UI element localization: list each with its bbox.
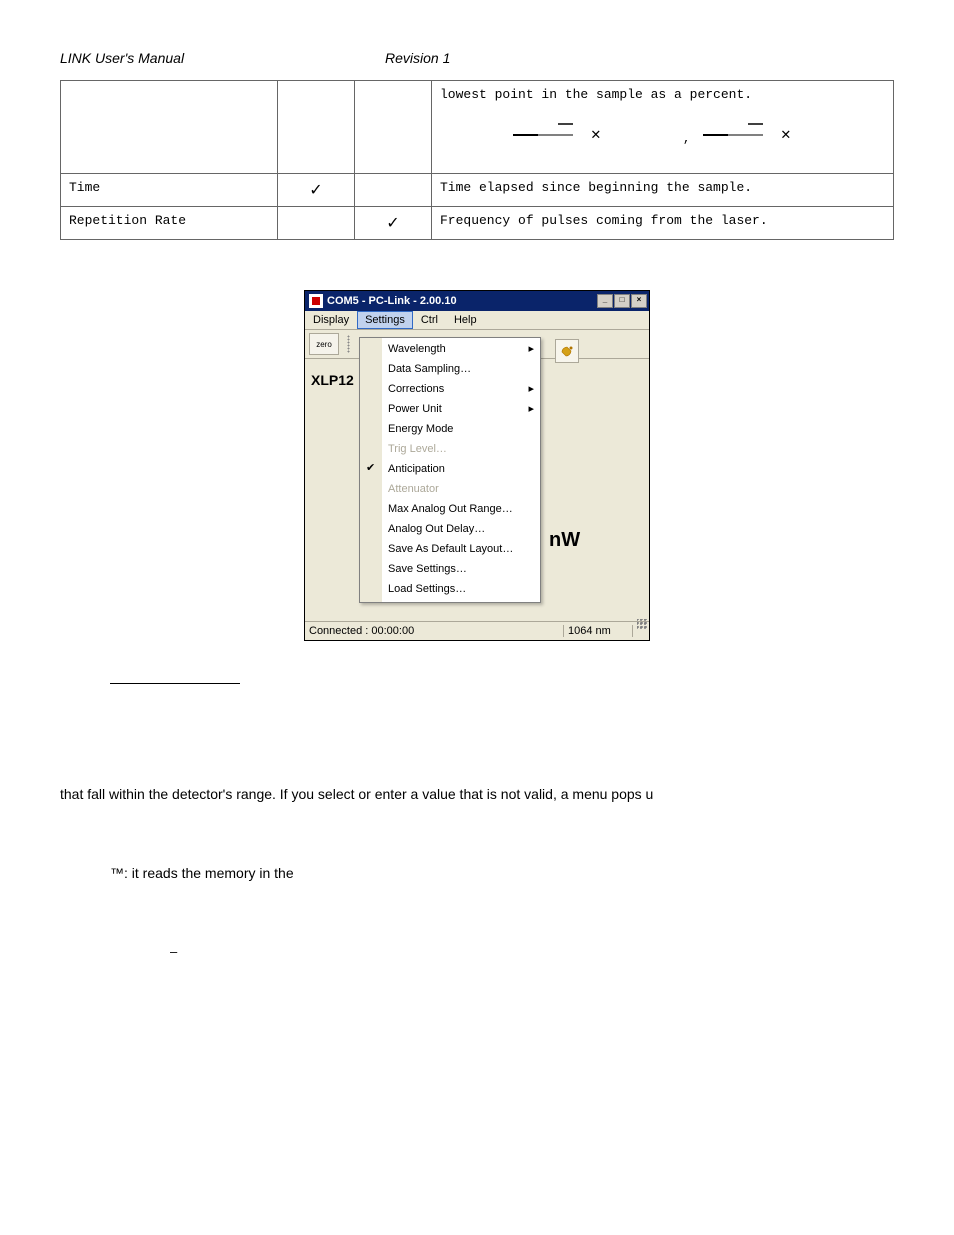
menuitem-corrections[interactable]: Corrections ▸ (360, 380, 540, 400)
client-area: XLP12 nW Wavelength ▸ Data Sampling… (305, 359, 649, 621)
menu-bar: Display Settings Ctrl Help (305, 311, 649, 330)
unit-label: nW (549, 529, 580, 552)
menuitem-label: Load Settings… (388, 583, 466, 595)
menuitem-label: Attenuator (388, 483, 439, 495)
menu-settings[interactable]: Settings (357, 311, 413, 329)
row2-check2: ✓ (386, 215, 399, 232)
menuitem-label: Save As Default Layout… (388, 543, 513, 555)
status-bar: Connected : 00:00:00 1064 nm (305, 621, 649, 640)
status-connection: Connected : 00:00:00 (305, 625, 564, 637)
menuitem-wavelength[interactable]: Wavelength ▸ (360, 340, 540, 360)
page-header: LINK User's Manual Revision 1 (60, 50, 894, 66)
drag-handle-icon[interactable] (347, 335, 350, 353)
menuitem-label: Max Analog Out Range… (388, 503, 513, 515)
menuitem-power-unit[interactable]: Power Unit ▸ (360, 400, 540, 420)
menuitem-analog-delay[interactable]: Analog Out Delay… (360, 520, 540, 540)
svg-text:✕: ✕ (591, 126, 601, 144)
row1-label: Time (61, 174, 278, 207)
table-row: lowest point in the sample as a percent.… (61, 81, 894, 174)
row0-desc: lowest point in the sample as a percent. (440, 87, 885, 102)
check-icon: ✔ (366, 461, 375, 476)
menuitem-anticipation[interactable]: ✔ Anticipation (360, 460, 540, 480)
title-bar[interactable]: COM5 - PC-Link - 2.00.10 _ □ × (305, 291, 649, 311)
menuitem-label: Energy Mode (388, 423, 453, 435)
definitions-table: lowest point in the sample as a percent.… (60, 80, 894, 240)
detector-label: XLP12 (311, 372, 354, 388)
menu-help[interactable]: Help (446, 311, 485, 329)
close-button[interactable]: × (631, 294, 647, 308)
wavelength-tool-icon[interactable] (555, 339, 579, 363)
menuitem-label: Corrections (388, 383, 444, 395)
menuitem-label: Data Sampling… (388, 363, 471, 375)
submenu-arrow-icon: ▸ (528, 342, 534, 357)
app-window: COM5 - PC-Link - 2.00.10 _ □ × Display S… (304, 290, 650, 641)
table-row: Time ✓ Time elapsed since beginning the … (61, 174, 894, 207)
formula-symbol-2: , ✕ (683, 120, 813, 150)
section-heading-rule (110, 681, 240, 684)
submenu-arrow-icon: ▸ (528, 402, 534, 417)
menuitem-trig-level: Trig Level… (360, 440, 540, 460)
menuitem-label: Save Settings… (388, 563, 467, 575)
zero-button[interactable]: zero (309, 333, 339, 355)
menuitem-load-settings[interactable]: Load Settings… (360, 580, 540, 600)
menuitem-label: Trig Level… (388, 443, 447, 455)
menuitem-data-sampling[interactable]: Data Sampling… (360, 360, 540, 380)
maximize-button[interactable]: □ (614, 294, 630, 308)
row2-desc: Frequency of pulses coming from the lase… (432, 207, 894, 240)
body-hyphen: – (170, 942, 894, 962)
menu-ctrl[interactable]: Ctrl (413, 311, 446, 329)
svg-text:✕: ✕ (781, 126, 791, 144)
menuitem-save-settings[interactable]: Save Settings… (360, 560, 540, 580)
menuitem-energy-mode[interactable]: Energy Mode (360, 420, 540, 440)
row1-check1: ✓ (309, 182, 322, 199)
window-title: COM5 - PC-Link - 2.00.10 (327, 295, 597, 307)
menuitem-label: Power Unit (388, 403, 442, 415)
app-icon (309, 294, 323, 308)
formula-symbol-1: ✕ (513, 120, 623, 150)
minimize-button[interactable]: _ (597, 294, 613, 308)
menuitem-label: Anticipation (388, 463, 445, 475)
menuitem-max-analog[interactable]: Max Analog Out Range… (360, 500, 540, 520)
status-wavelength: 1064 nm (564, 625, 633, 637)
submenu-arrow-icon: ▸ (528, 382, 534, 397)
header-left: LINK User's Manual (60, 50, 385, 66)
menuitem-label: Wavelength (388, 343, 446, 355)
row1-desc: Time elapsed since beginning the sample. (432, 174, 894, 207)
body-paragraph-2: ™: it reads the memory in the (110, 863, 844, 884)
menuitem-label: Analog Out Delay… (388, 523, 485, 535)
body-paragraph-1: that fall within the detector's range. I… (60, 784, 894, 805)
menuitem-save-default-layout[interactable]: Save As Default Layout… (360, 540, 540, 560)
row2-label: Repetition Rate (61, 207, 278, 240)
menu-display[interactable]: Display (305, 311, 357, 329)
svg-text:,: , (683, 132, 690, 146)
table-row: Repetition Rate ✓ Frequency of pulses co… (61, 207, 894, 240)
menuitem-attenuator: Attenuator (360, 480, 540, 500)
settings-dropdown: Wavelength ▸ Data Sampling… Corrections … (359, 337, 541, 603)
header-revision: Revision 1 (385, 50, 505, 66)
